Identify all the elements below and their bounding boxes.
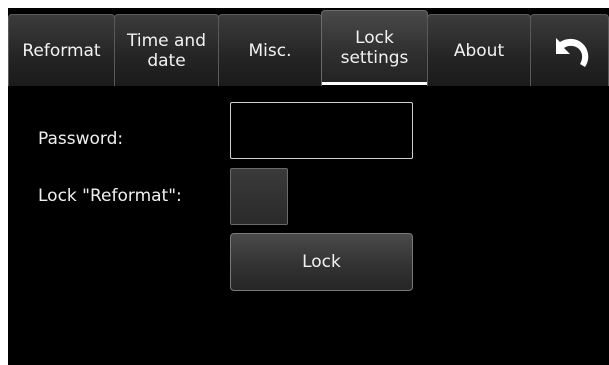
password-label: Password:	[38, 129, 124, 149]
lock-reformat-label: Lock "Reformat":	[38, 186, 182, 206]
tab-bar: Reformat Time and date Misc. Lock settin…	[8, 8, 609, 87]
tab-lock-settings[interactable]: Lock settings	[321, 10, 428, 85]
password-input[interactable]	[230, 102, 413, 159]
undo-arrow-icon	[550, 14, 590, 88]
lock-reformat-checkbox[interactable]	[230, 168, 288, 225]
lock-settings-panel: Password: Lock "Reformat": Lock	[8, 87, 609, 365]
tab-about[interactable]: About	[427, 14, 531, 86]
back-button[interactable]	[530, 14, 609, 86]
device-screen: Reformat Time and date Misc. Lock settin…	[8, 8, 609, 365]
tab-reformat[interactable]: Reformat	[8, 14, 115, 86]
lock-button[interactable]: Lock	[230, 233, 413, 291]
tab-time-and-date[interactable]: Time and date	[114, 14, 219, 86]
tab-misc[interactable]: Misc.	[218, 14, 322, 86]
